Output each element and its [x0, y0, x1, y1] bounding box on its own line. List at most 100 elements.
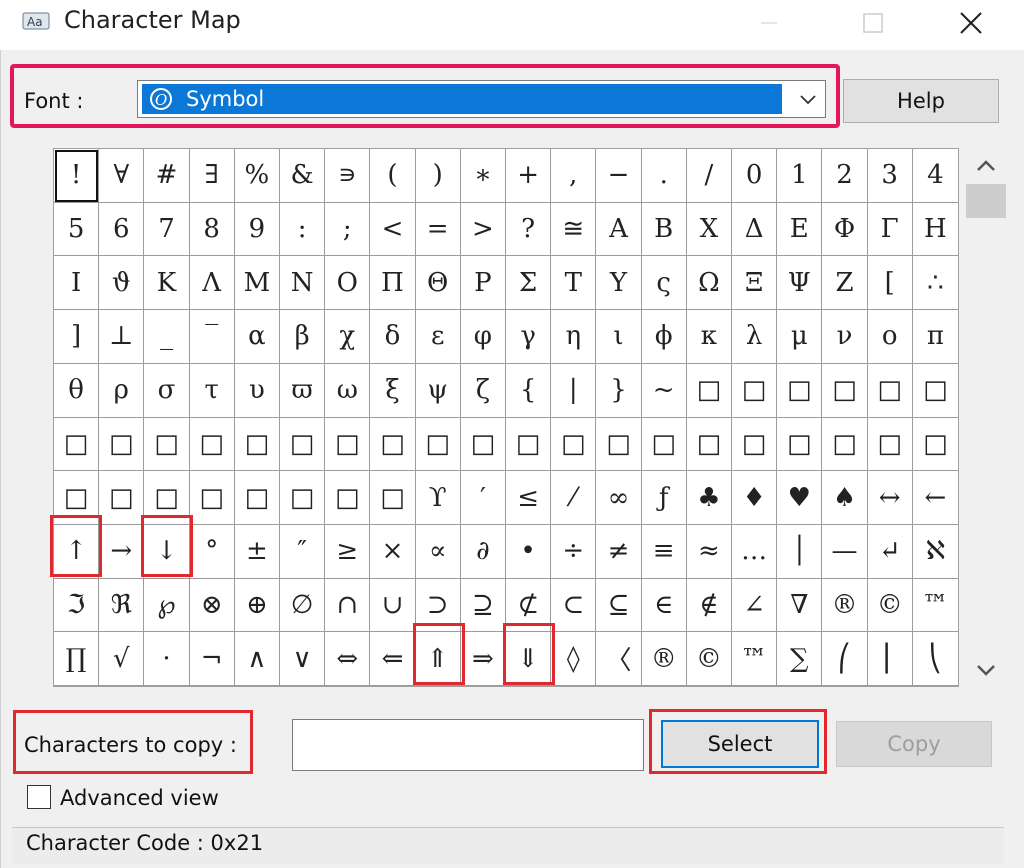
character-cell[interactable]: ∇	[777, 578, 823, 633]
character-cell[interactable]: ?	[506, 202, 552, 257]
character-cell[interactable]: ♣	[686, 471, 732, 525]
character-cell[interactable]: κ	[686, 310, 732, 364]
character-cell[interactable]: }	[596, 363, 642, 418]
character-cell[interactable]: Ψ	[777, 256, 823, 311]
character-cell[interactable]: θ	[54, 363, 100, 418]
character-cell[interactable]: □	[912, 418, 958, 472]
character-cell[interactable]: Ο	[325, 256, 371, 311]
character-cell[interactable]: .	[641, 149, 687, 203]
character-cell[interactable]: •	[506, 524, 552, 579]
character-cell[interactable]: □	[686, 363, 732, 418]
character-cell[interactable]: ∈	[641, 578, 687, 633]
character-cell[interactable]: □	[641, 417, 687, 472]
character-cell[interactable]: □	[777, 363, 823, 418]
character-cell[interactable]: 4	[912, 149, 958, 203]
character-cell[interactable]: &	[280, 149, 326, 203]
character-cell[interactable]: ∉	[686, 578, 732, 633]
character-cell[interactable]: ϖ	[280, 363, 326, 418]
character-cell[interactable]: □	[506, 417, 552, 472]
character-cell[interactable]: ×	[370, 524, 416, 579]
character-cell[interactable]: Ζ	[822, 256, 868, 311]
character-cell[interactable]: □	[54, 417, 100, 472]
character-cell[interactable]: ϑ	[99, 256, 145, 311]
character-cell[interactable]: □	[280, 417, 326, 472]
character-cell[interactable]: □	[234, 417, 280, 472]
character-cell[interactable]: □	[460, 417, 506, 472]
character-cell[interactable]: ≅	[551, 202, 597, 257]
character-cell[interactable]: (	[370, 149, 416, 203]
character-cell[interactable]: η	[551, 310, 597, 364]
character-cell[interactable]: ≥	[325, 524, 371, 579]
character-cell[interactable]: │	[777, 524, 823, 579]
character-cell[interactable]: □	[280, 471, 326, 525]
character-cell[interactable]: λ	[732, 310, 778, 364]
character-cell[interactable]: π	[912, 310, 958, 364]
character-cell[interactable]: Γ	[867, 202, 913, 257]
character-cell[interactable]: ∍	[325, 149, 371, 203]
characters-to-copy-input[interactable]	[292, 719, 644, 771]
character-cell[interactable]: ψ	[415, 363, 461, 418]
character-cell[interactable]: <	[370, 202, 416, 257]
character-cell[interactable]: ⁄	[551, 471, 597, 525]
character-cell[interactable]: ∠	[732, 578, 778, 633]
character-cell[interactable]: !	[54, 149, 100, 203]
character-cell[interactable]: ⎛	[822, 632, 868, 686]
character-cell[interactable]: □	[99, 417, 145, 472]
character-cell[interactable]: ⊕	[234, 578, 280, 633]
character-cell[interactable]: δ	[370, 310, 416, 364]
character-cell[interactable]: □	[189, 417, 235, 472]
scrollbar-thumb[interactable]	[966, 184, 1006, 218]
character-cell[interactable]: 6	[99, 202, 145, 257]
copy-button[interactable]: Copy	[836, 721, 992, 767]
scroll-down-icon[interactable]	[974, 660, 998, 680]
character-cell[interactable]: 5	[54, 202, 100, 257]
minimize-button[interactable]	[738, 0, 800, 46]
character-cell[interactable]: ℘	[144, 578, 190, 633]
character-cell[interactable]: ρ	[99, 363, 145, 418]
character-cell[interactable]: ο	[867, 310, 913, 364]
character-cell[interactable]: °	[189, 524, 235, 579]
character-cell[interactable]: ±	[234, 524, 280, 579]
scroll-up-icon[interactable]	[974, 156, 998, 176]
character-cell[interactable]: ÷	[551, 524, 597, 579]
character-cell[interactable]: =	[415, 202, 461, 257]
character-cell[interactable]: ℑ	[54, 578, 100, 633]
character-cell[interactable]: ⊂	[551, 578, 597, 633]
character-cell[interactable]: ν	[822, 310, 868, 364]
character-cell[interactable]: ″	[280, 524, 326, 579]
character-cell[interactable]: +	[506, 149, 552, 203]
character-cell[interactable]: ⊥	[99, 310, 145, 364]
character-cell[interactable]: [	[867, 256, 913, 311]
character-cell[interactable]: 〈	[596, 632, 642, 686]
character-cell[interactable]: Ρ	[460, 256, 506, 311]
character-cell[interactable]: 9	[234, 202, 280, 257]
character-cell[interactable]: ,	[551, 149, 597, 203]
character-cell[interactable]: □	[732, 417, 778, 472]
character-cell[interactable]: Μ	[234, 256, 280, 311]
character-cell[interactable]: ∃	[189, 149, 235, 203]
character-cell[interactable]: ∧	[234, 632, 280, 686]
character-cell[interactable]: Ν	[280, 256, 326, 311]
character-cell[interactable]: )	[415, 149, 461, 203]
character-cell[interactable]: Π	[370, 256, 416, 311]
character-cell[interactable]: □	[189, 471, 235, 525]
character-cell[interactable]: φ	[460, 310, 506, 364]
grid-scrollbar[interactable]	[964, 148, 1008, 687]
character-cell[interactable]: ⊆	[596, 578, 642, 633]
font-dropdown[interactable]: Symbol O	[137, 80, 826, 118]
character-cell[interactable]: ℜ	[99, 578, 145, 633]
character-cell[interactable]: ∞	[596, 471, 642, 525]
character-cell[interactable]: □	[144, 417, 190, 472]
character-cell[interactable]: Τ	[551, 256, 597, 311]
character-cell[interactable]: □	[822, 417, 868, 472]
character-cell[interactable]: υ	[234, 363, 280, 418]
character-cell[interactable]: ↔	[867, 471, 913, 525]
close-button[interactable]	[940, 0, 1002, 46]
character-cell[interactable]: ι	[596, 310, 642, 364]
character-cell[interactable]: □	[99, 471, 145, 525]
character-cell[interactable]: ♠	[822, 471, 868, 525]
help-button[interactable]: Help	[843, 79, 999, 123]
character-cell[interactable]: /	[686, 149, 732, 203]
character-cell[interactable]: μ	[777, 310, 823, 364]
character-cell[interactable]: —	[822, 524, 868, 579]
